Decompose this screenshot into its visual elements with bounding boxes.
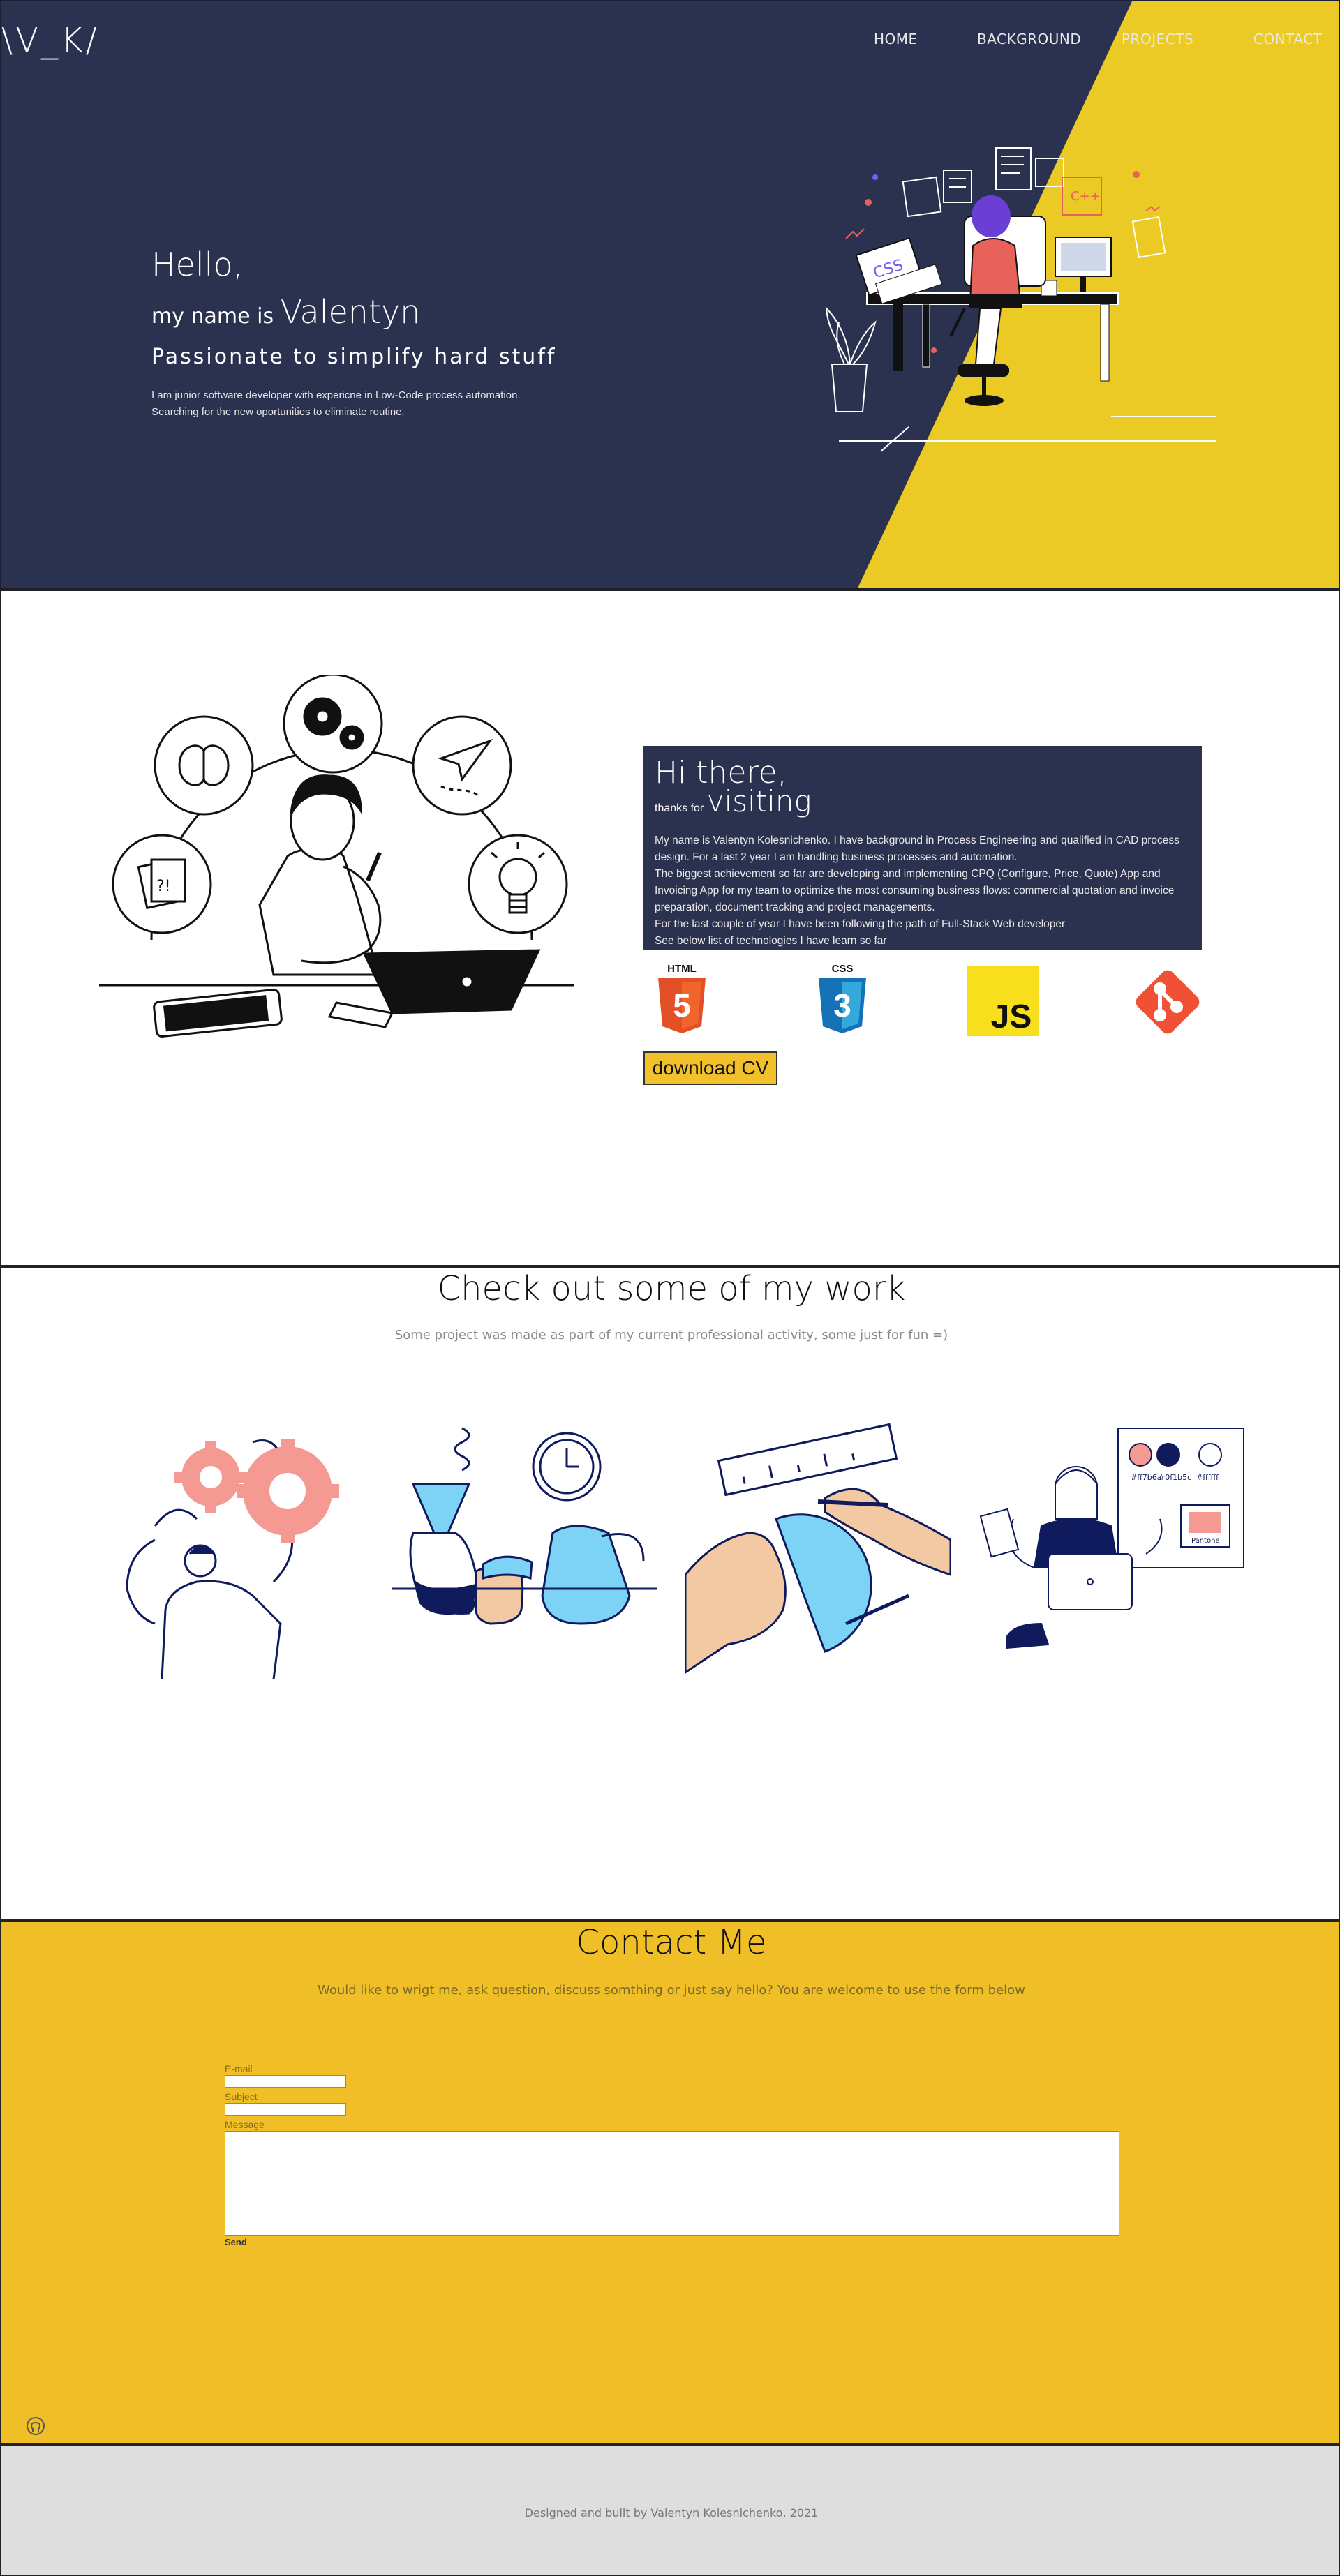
main-nav: HOME BACKGROUND PROJECTS CONTACT	[1, 31, 1339, 52]
thinking-man-illustration: ?!	[99, 675, 574, 1038]
about-paragraph-line: My name is Valentyn Kolesnichenko. I hav…	[655, 834, 1179, 863]
hero-section: \V_K/ HOME BACKGROUND PROJECTS CONTACT H…	[0, 0, 1340, 590]
hero-text-block: Hello, my name is Valentyn Passionate to…	[151, 246, 556, 421]
css-tech-label: CSS	[832, 963, 854, 975]
about-thanks-word: visiting	[706, 784, 812, 818]
nav-projects[interactable]: PROJECTS	[1122, 31, 1193, 47]
hero-intro-line: I am junior software developer with expe…	[151, 389, 521, 401]
hero-intro: I am junior software developer with expe…	[151, 387, 556, 421]
project-drawing-thumbnail[interactable]	[685, 1414, 951, 1679]
project-coffee-thumbnail[interactable]	[392, 1414, 657, 1679]
footer-credit: Designed and built by Valentyn Kolesnich…	[524, 2506, 819, 2519]
about-paragraph-line: The biggest achievement so far are devel…	[655, 868, 1175, 913]
email-label: E-mail	[225, 2063, 253, 2074]
tech-logos-row: HTML 5 CSS 3 JS	[643, 961, 1202, 1038]
palette-label: #ffffff	[1196, 1473, 1219, 1482]
send-button[interactable]: Send	[225, 2237, 247, 2247]
email-field[interactable]	[225, 2075, 346, 2088]
css3-icon: CSS 3	[819, 963, 866, 1033]
about-thanks-prefix: thanks for	[655, 802, 704, 814]
hero-name-line: my name is Valentyn	[151, 293, 556, 331]
hero-intro-line: Searching for the new oportunities to el…	[151, 406, 405, 418]
contact-form: E-mail Subject Message Send	[225, 2062, 1119, 2247]
contact-section: Contact Me Would like to wrigt me, ask q…	[0, 1920, 1340, 2445]
pantone-label: Pantone	[1191, 1537, 1220, 1545]
about-paragraph: My name is Valentyn Kolesnichenko. I hav…	[655, 832, 1191, 950]
palette-label: #ff7b6a	[1131, 1473, 1162, 1482]
js-label: JS	[991, 998, 1032, 1035]
question-label: ?!	[156, 878, 171, 895]
developer-desk-illustration: CSS C++	[825, 147, 1216, 452]
about-paragraph-line: For the last couple of year I have been …	[655, 918, 1066, 930]
message-field[interactable]	[225, 2131, 1119, 2236]
palette-label: #0f1b5c	[1159, 1473, 1191, 1482]
project-gears-thumbnail[interactable]	[113, 1414, 350, 1679]
about-card: Hi there, thanks for visiting My name is…	[643, 746, 1202, 950]
projects-subtitle: Some project was made as part of my curr…	[394, 1328, 948, 1342]
svg-text:3: 3	[833, 987, 851, 1024]
subject-label: Subject	[225, 2091, 258, 2102]
hero-name: Valentyn	[280, 293, 421, 331]
project-designer-thumbnail[interactable]: #ff7b6a #0f1b5c #ffffff Pantone	[978, 1414, 1251, 1679]
about-section: ?! Hi there, thanks for visiting My name…	[0, 590, 1340, 1266]
nav-background[interactable]: BACKGROUND	[977, 31, 1081, 47]
contact-subtitle: Would like to wrigt me, ask question, di…	[318, 1983, 1025, 1998]
git-icon	[1136, 970, 1200, 1034]
about-paragraph-line: See below list of technologies I have le…	[655, 935, 887, 947]
javascript-icon: JS	[967, 966, 1039, 1036]
nav-contact[interactable]: CONTACT	[1253, 31, 1322, 47]
hero-tagline: Passionate to simplify hard stuff	[151, 345, 557, 369]
cpp-label: C++	[1071, 189, 1101, 204]
message-label: Message	[225, 2119, 265, 2130]
contact-title: Contact Me	[576, 1923, 767, 1962]
about-thanks-line: thanks for visiting	[655, 787, 1191, 821]
nav-home[interactable]: HOME	[874, 31, 918, 47]
github-icon[interactable]	[25, 2416, 46, 2436]
hero-name-prefix: my name is	[151, 304, 274, 329]
projects-section: Check out some of my work Some project w…	[0, 1266, 1340, 1920]
subject-field[interactable]	[225, 2103, 346, 2116]
projects-title: Check out some of my work	[437, 1269, 906, 1308]
download-cv-button[interactable]: download CV	[643, 1051, 777, 1085]
svg-text:5: 5	[673, 987, 691, 1024]
html5-icon: HTML 5	[658, 963, 706, 1033]
site-footer: Designed and built by Valentyn Kolesnich…	[0, 2445, 1340, 2576]
hero-greeting: Hello,	[151, 246, 244, 283]
html-label: HTML	[667, 963, 697, 975]
